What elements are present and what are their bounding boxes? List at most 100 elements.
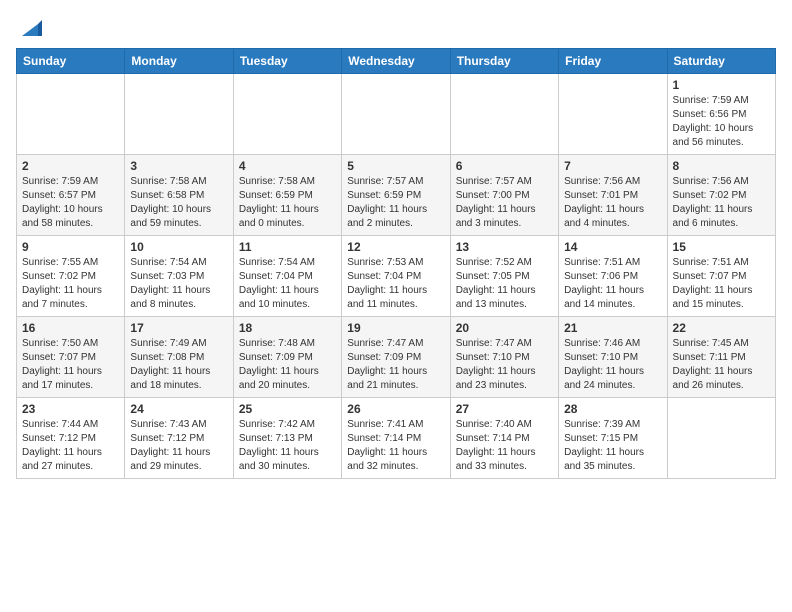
calendar-cell: 13 Sunrise: 7:52 AM Sunset: 7:05 PM Dayli… <box>450 236 558 317</box>
day-info: Sunrise: 7:55 AM Sunset: 7:02 PM Dayligh… <box>22 256 119 312</box>
calendar-cell: 28 Sunrise: 7:39 AM Sunset: 7:15 PM Dayli… <box>559 398 667 479</box>
calendar-cell <box>342 74 450 155</box>
calendar-cell: 10 Sunrise: 7:54 AM Sunset: 7:03 PM Dayli… <box>125 236 233 317</box>
calendar-cell: 26 Sunrise: 7:41 AM Sunset: 7:14 PM Dayli… <box>342 398 450 479</box>
day-number: 6 <box>456 159 553 173</box>
calendar-cell <box>17 74 125 155</box>
day-number: 1 <box>673 78 770 92</box>
day-number: 5 <box>347 159 444 173</box>
calendar-cell <box>125 74 233 155</box>
calendar-cell <box>559 74 667 155</box>
day-number: 24 <box>130 402 227 416</box>
calendar-week-row: 9 Sunrise: 7:55 AM Sunset: 7:02 PM Daylig… <box>17 236 776 317</box>
calendar-cell: 22 Sunrise: 7:45 AM Sunset: 7:11 PM Dayli… <box>667 317 775 398</box>
calendar-week-row: 2 Sunrise: 7:59 AM Sunset: 6:57 PM Daylig… <box>17 155 776 236</box>
logo <box>16 16 42 40</box>
calendar-cell: 9 Sunrise: 7:55 AM Sunset: 7:02 PM Daylig… <box>17 236 125 317</box>
day-info: Sunrise: 7:48 AM Sunset: 7:09 PM Dayligh… <box>239 337 336 393</box>
calendar-cell: 24 Sunrise: 7:43 AM Sunset: 7:12 PM Dayli… <box>125 398 233 479</box>
calendar-cell <box>450 74 558 155</box>
calendar-header-row: SundayMondayTuesdayWednesdayThursdayFrid… <box>17 49 776 74</box>
day-info: Sunrise: 7:58 AM Sunset: 6:59 PM Dayligh… <box>239 175 336 231</box>
day-info: Sunrise: 7:53 AM Sunset: 7:04 PM Dayligh… <box>347 256 444 312</box>
calendar-cell: 17 Sunrise: 7:49 AM Sunset: 7:08 PM Dayli… <box>125 317 233 398</box>
day-number: 16 <box>22 321 119 335</box>
day-info: Sunrise: 7:51 AM Sunset: 7:06 PM Dayligh… <box>564 256 661 312</box>
calendar-cell: 1Sunrise: 7:59 AM Sunset: 6:56 PM Daylig… <box>667 74 775 155</box>
day-info: Sunrise: 7:45 AM Sunset: 7:11 PM Dayligh… <box>673 337 770 393</box>
day-number: 13 <box>456 240 553 254</box>
day-number: 28 <box>564 402 661 416</box>
day-number: 3 <box>130 159 227 173</box>
day-info: Sunrise: 7:49 AM Sunset: 7:08 PM Dayligh… <box>130 337 227 393</box>
day-of-week-header: Tuesday <box>233 49 341 74</box>
day-info: Sunrise: 7:39 AM Sunset: 7:15 PM Dayligh… <box>564 418 661 474</box>
day-info: Sunrise: 7:50 AM Sunset: 7:07 PM Dayligh… <box>22 337 119 393</box>
calendar-cell: 14 Sunrise: 7:51 AM Sunset: 7:06 PM Dayli… <box>559 236 667 317</box>
calendar-cell: 19 Sunrise: 7:47 AM Sunset: 7:09 PM Dayli… <box>342 317 450 398</box>
day-info: Sunrise: 7:59 AM Sunset: 6:57 PM Dayligh… <box>22 175 119 231</box>
day-info: Sunrise: 7:54 AM Sunset: 7:03 PM Dayligh… <box>130 256 227 312</box>
day-number: 23 <box>22 402 119 416</box>
logo-icon <box>18 16 42 40</box>
calendar-cell: 27 Sunrise: 7:40 AM Sunset: 7:14 PM Dayli… <box>450 398 558 479</box>
day-number: 10 <box>130 240 227 254</box>
day-number: 22 <box>673 321 770 335</box>
day-of-week-header: Wednesday <box>342 49 450 74</box>
day-of-week-header: Sunday <box>17 49 125 74</box>
calendar-week-row: 23Sunrise: 7:44 AM Sunset: 7:12 PM Dayli… <box>17 398 776 479</box>
day-info: Sunrise: 7:52 AM Sunset: 7:05 PM Dayligh… <box>456 256 553 312</box>
day-info: Sunrise: 7:46 AM Sunset: 7:10 PM Dayligh… <box>564 337 661 393</box>
day-number: 14 <box>564 240 661 254</box>
calendar-cell <box>233 74 341 155</box>
calendar-cell: 25Sunrise: 7:42 AM Sunset: 7:13 PM Dayli… <box>233 398 341 479</box>
day-info: Sunrise: 7:41 AM Sunset: 7:14 PM Dayligh… <box>347 418 444 474</box>
day-number: 20 <box>456 321 553 335</box>
day-info: Sunrise: 7:47 AM Sunset: 7:10 PM Dayligh… <box>456 337 553 393</box>
calendar-cell: 11 Sunrise: 7:54 AM Sunset: 7:04 PM Dayli… <box>233 236 341 317</box>
day-of-week-header: Saturday <box>667 49 775 74</box>
calendar-week-row: 1Sunrise: 7:59 AM Sunset: 6:56 PM Daylig… <box>17 74 776 155</box>
day-number: 9 <box>22 240 119 254</box>
day-number: 8 <box>673 159 770 173</box>
day-number: 17 <box>130 321 227 335</box>
day-info: Sunrise: 7:56 AM Sunset: 7:02 PM Dayligh… <box>673 175 770 231</box>
day-info: Sunrise: 7:57 AM Sunset: 7:00 PM Dayligh… <box>456 175 553 231</box>
day-number: 12 <box>347 240 444 254</box>
day-info: Sunrise: 7:43 AM Sunset: 7:12 PM Dayligh… <box>130 418 227 474</box>
day-number: 19 <box>347 321 444 335</box>
day-info: Sunrise: 7:57 AM Sunset: 6:59 PM Dayligh… <box>347 175 444 231</box>
day-number: 18 <box>239 321 336 335</box>
day-info: Sunrise: 7:40 AM Sunset: 7:14 PM Dayligh… <box>456 418 553 474</box>
calendar-cell: 8 Sunrise: 7:56 AM Sunset: 7:02 PM Daylig… <box>667 155 775 236</box>
calendar-cell: 16 Sunrise: 7:50 AM Sunset: 7:07 PM Dayli… <box>17 317 125 398</box>
day-info: Sunrise: 7:56 AM Sunset: 7:01 PM Dayligh… <box>564 175 661 231</box>
calendar-cell: 3 Sunrise: 7:58 AM Sunset: 6:58 PM Daylig… <box>125 155 233 236</box>
day-info: Sunrise: 7:47 AM Sunset: 7:09 PM Dayligh… <box>347 337 444 393</box>
day-info: Sunrise: 7:51 AM Sunset: 7:07 PM Dayligh… <box>673 256 770 312</box>
day-of-week-header: Monday <box>125 49 233 74</box>
day-number: 25 <box>239 402 336 416</box>
calendar-cell: 4Sunrise: 7:58 AM Sunset: 6:59 PM Daylig… <box>233 155 341 236</box>
day-of-week-header: Thursday <box>450 49 558 74</box>
day-number: 2 <box>22 159 119 173</box>
calendar-cell: 12 Sunrise: 7:53 AM Sunset: 7:04 PM Dayli… <box>342 236 450 317</box>
day-number: 27 <box>456 402 553 416</box>
day-number: 21 <box>564 321 661 335</box>
calendar-cell: 23Sunrise: 7:44 AM Sunset: 7:12 PM Dayli… <box>17 398 125 479</box>
day-info: Sunrise: 7:54 AM Sunset: 7:04 PM Dayligh… <box>239 256 336 312</box>
calendar-cell: 21 Sunrise: 7:46 AM Sunset: 7:10 PM Dayli… <box>559 317 667 398</box>
day-of-week-header: Friday <box>559 49 667 74</box>
calendar-cell: 5 Sunrise: 7:57 AM Sunset: 6:59 PM Daylig… <box>342 155 450 236</box>
page-header <box>16 16 776 40</box>
day-number: 11 <box>239 240 336 254</box>
day-number: 26 <box>347 402 444 416</box>
calendar-cell: 20 Sunrise: 7:47 AM Sunset: 7:10 PM Dayli… <box>450 317 558 398</box>
calendar-cell: 15Sunrise: 7:51 AM Sunset: 7:07 PM Dayli… <box>667 236 775 317</box>
calendar-cell: 7 Sunrise: 7:56 AM Sunset: 7:01 PM Daylig… <box>559 155 667 236</box>
calendar-cell: 18 Sunrise: 7:48 AM Sunset: 7:09 PM Dayli… <box>233 317 341 398</box>
calendar-cell: 2 Sunrise: 7:59 AM Sunset: 6:57 PM Daylig… <box>17 155 125 236</box>
day-number: 7 <box>564 159 661 173</box>
calendar-cell: 6 Sunrise: 7:57 AM Sunset: 7:00 PM Daylig… <box>450 155 558 236</box>
day-info: Sunrise: 7:58 AM Sunset: 6:58 PM Dayligh… <box>130 175 227 231</box>
